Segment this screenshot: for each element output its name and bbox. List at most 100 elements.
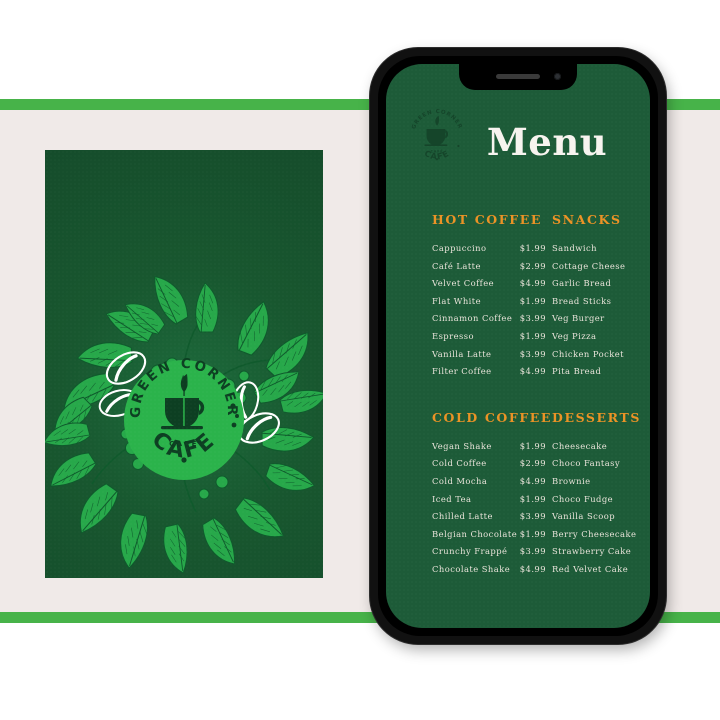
menu-item-price: $3.99 bbox=[519, 313, 546, 324]
menu-item[interactable]: Choco Fudge bbox=[552, 491, 650, 509]
menu-item[interactable]: Cheesecake bbox=[552, 438, 650, 456]
poster-logo-subtext: CAFÉ bbox=[169, 439, 199, 448]
section-heading-snacks: SNACKS bbox=[552, 212, 622, 227]
menu-item[interactable]: Café Latte $2.99 bbox=[432, 258, 546, 276]
menu-item-name: Choco Fudge bbox=[552, 493, 614, 504]
menu-item[interactable]: Choco Fantasy bbox=[552, 455, 650, 473]
scene-root: GREEN CORNER CAFE CAFÉ GREEN CORNER CAFE… bbox=[0, 0, 720, 720]
menu-item-price: $3.99 bbox=[519, 348, 546, 359]
menu-item-name: Pita Bread bbox=[552, 366, 602, 377]
menu-item[interactable]: Berry Cheesecake bbox=[552, 526, 650, 544]
menu-item[interactable]: Chocolate Shake $4.99 bbox=[432, 561, 546, 579]
menu-item-name: Flat White bbox=[432, 295, 482, 306]
menu-item-price: $3.99 bbox=[519, 511, 546, 522]
menu-item[interactable]: Chicken Pocket bbox=[552, 346, 650, 364]
menu-item-name: Sandwich bbox=[552, 243, 598, 253]
menu-item[interactable]: Cottage Cheese bbox=[552, 258, 650, 276]
menu-item[interactable]: Flat White $1.99 bbox=[432, 293, 546, 311]
menu-item[interactable]: Vegan Shake $1.99 bbox=[432, 438, 546, 456]
menu-item[interactable]: Belgian Chocolate $1.99 bbox=[432, 526, 546, 544]
menu-item-name: Velvet Coffee bbox=[432, 278, 495, 289]
menu-item[interactable]: Sandwich bbox=[552, 240, 650, 258]
menu-item-price: $4.99 bbox=[519, 563, 546, 574]
menu-item-price: $1.99 bbox=[519, 243, 546, 253]
menu-item-name: Café Latte bbox=[432, 260, 481, 271]
menu-item[interactable]: Red Velvet Cake bbox=[552, 561, 650, 579]
menu-row-one: HOT COFFEE SNACKS Cappuccino $1.99 Café … bbox=[386, 212, 650, 381]
menu-item-name: Cold Mocha bbox=[432, 475, 488, 486]
menu-row-two: COLD COFFEE DESSERTS Vegan Shake $1.99 C… bbox=[386, 410, 650, 579]
menu-item[interactable]: Velvet Coffee $4.99 bbox=[432, 275, 546, 293]
menu-item-name: Veg Pizza bbox=[552, 330, 597, 341]
menu-item[interactable]: Bread Sticks bbox=[552, 293, 650, 311]
menu-item-name: Strawberry Cake bbox=[552, 546, 632, 557]
menu-item-name: Vanilla Scoop bbox=[552, 511, 616, 522]
menu-item-name: Veg Burger bbox=[552, 313, 605, 324]
menu-item-name: Cheesecake bbox=[552, 440, 608, 451]
menu-item-price: $1.99 bbox=[519, 440, 546, 451]
menu-item[interactable]: Veg Pizza bbox=[552, 328, 650, 346]
menu-item-name: Chicken Pocket bbox=[552, 348, 624, 359]
menu-item[interactable]: Veg Burger bbox=[552, 310, 650, 328]
menu-item[interactable]: Brownie bbox=[552, 473, 650, 491]
menu-item-price: $1.99 bbox=[519, 493, 546, 504]
menu-item[interactable]: Chilled Latte $3.99 bbox=[432, 508, 546, 526]
menu-item[interactable]: Filter Coffee $4.99 bbox=[432, 363, 546, 381]
menu-item[interactable]: Pita Bread bbox=[552, 363, 650, 381]
menu-item-price: $1.99 bbox=[519, 295, 546, 306]
menu-item-price: $1.99 bbox=[519, 330, 546, 341]
phone-screen: GREEN CORNER CAFE CAFÉ Menu HOT COFFEE S… bbox=[386, 64, 650, 628]
menu-item[interactable]: Vanilla Latte $3.99 bbox=[432, 346, 546, 364]
menu-item-name: Bread Sticks bbox=[552, 295, 612, 306]
menu-item-price: $2.99 bbox=[519, 260, 546, 271]
menu-list-desserts: Cheesecake Choco Fantasy Brownie Choco F… bbox=[546, 438, 650, 579]
menu-item-name: Berry Cheesecake bbox=[552, 528, 637, 539]
menu-list-snacks: Sandwich Cottage Cheese Garlic Bread Bre… bbox=[546, 240, 650, 381]
menu-item-name: Choco Fantasy bbox=[552, 458, 621, 469]
menu-item-price: $4.99 bbox=[519, 475, 546, 486]
menu-item-name: Espresso bbox=[432, 330, 474, 341]
menu-item-price: $2.99 bbox=[519, 458, 546, 469]
menu-item-name: Cappuccino bbox=[432, 243, 487, 253]
section-heading-desserts: DESSERTS bbox=[552, 409, 641, 425]
menu-item-name: Crunchy Frappé bbox=[432, 546, 508, 557]
cafe-poster: GREEN CORNER CAFE CAFÉ bbox=[45, 150, 323, 578]
front-camera-icon bbox=[554, 73, 561, 80]
menu-content: HOT COFFEE SNACKS Cappuccino $1.99 Café … bbox=[386, 212, 650, 579]
menu-item-name: Cold Coffee bbox=[432, 458, 487, 469]
menu-item-name: Vanilla Latte bbox=[432, 348, 492, 359]
menu-item-name: Chocolate Shake bbox=[432, 563, 511, 574]
menu-item-price: $1.99 bbox=[519, 528, 546, 539]
menu-item-name: Garlic Bread bbox=[552, 278, 612, 289]
menu-item-name: Filter Coffee bbox=[432, 366, 492, 377]
phone-bezel: GREEN CORNER CAFE CAFÉ Menu HOT COFFEE S… bbox=[378, 56, 658, 636]
menu-item[interactable]: Garlic Bread bbox=[552, 275, 650, 293]
section-heading-hot-coffee: HOT COFFEE bbox=[432, 212, 542, 227]
menu-item-name: Chilled Latte bbox=[432, 511, 493, 522]
menu-item[interactable]: Espresso $1.99 bbox=[432, 328, 546, 346]
poster-illustration: GREEN CORNER CAFE CAFÉ bbox=[45, 273, 323, 574]
menu-item[interactable]: Vanilla Scoop bbox=[552, 508, 650, 526]
poster-logo-badge: GREEN CORNER CAFE CAFÉ bbox=[124, 356, 244, 480]
menu-item[interactable]: Cappuccino $1.99 bbox=[432, 240, 546, 258]
menu-list-hot-coffee: Cappuccino $1.99 Café Latte $2.99 Velvet… bbox=[386, 240, 546, 381]
menu-item-price: $4.99 bbox=[519, 278, 546, 289]
menu-item-price: $4.99 bbox=[519, 366, 546, 377]
menu-item-name: Brownie bbox=[552, 475, 591, 486]
menu-item[interactable]: Iced Tea $1.99 bbox=[432, 491, 546, 509]
menu-list-cold-coffee: Vegan Shake $1.99 Cold Coffee $2.99 Cold… bbox=[386, 438, 546, 579]
menu-item[interactable]: Cold Coffee $2.99 bbox=[432, 455, 546, 473]
phone-mockup: GREEN CORNER CAFE CAFÉ Menu HOT COFFEE S… bbox=[370, 48, 666, 644]
menu-item-name: Cottage Cheese bbox=[552, 260, 626, 271]
menu-item-name: Cinnamon Coffee bbox=[432, 313, 513, 324]
section-heading-cold-coffee: COLD COFFEE bbox=[432, 409, 553, 425]
page-title: Menu bbox=[486, 120, 608, 164]
menu-item[interactable]: Strawberry Cake bbox=[552, 543, 650, 561]
menu-item[interactable]: Crunchy Frappé $3.99 bbox=[432, 543, 546, 561]
menu-item[interactable]: Cold Mocha $4.99 bbox=[432, 473, 546, 491]
speaker-grille-icon bbox=[496, 74, 540, 79]
menu-item[interactable]: Cinnamon Coffee $3.99 bbox=[432, 310, 546, 328]
menu-item-name: Iced Tea bbox=[432, 493, 472, 504]
menu-item-name: Vegan Shake bbox=[432, 440, 492, 451]
phone-notch bbox=[459, 64, 577, 90]
